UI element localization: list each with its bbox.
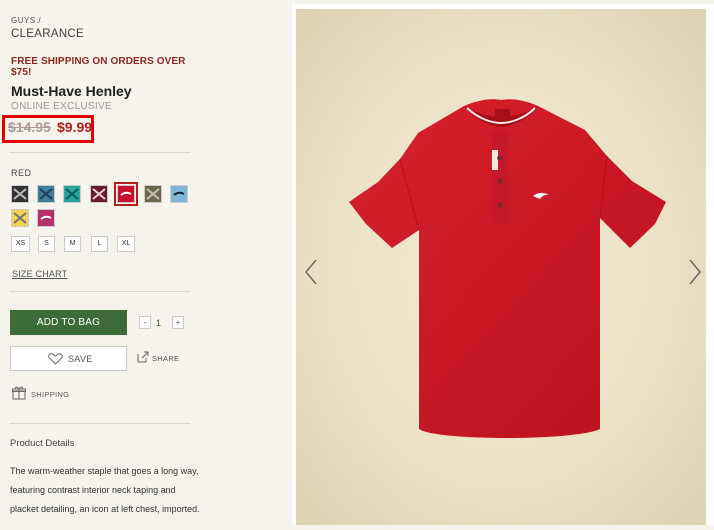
product-title: Must-Have Henley [11,83,132,99]
swatch-black-icon [12,186,28,202]
gift-icon [12,386,26,400]
heart-icon [48,353,63,365]
shipping-promo: FREE SHIPPING ON ORDERS OVER $75! [11,56,186,78]
swatch-burgundy-icon [91,186,107,202]
divider [10,291,190,292]
sale-price: $9.99 [57,119,93,135]
red-henley-tshirt-image [349,99,666,438]
share-link[interactable]: SHARE [152,354,179,363]
swatch-burgundy[interactable] [90,185,108,203]
swatch-steel-blue-icon [38,186,54,202]
add-to-bag-button[interactable]: ADD TO BAG [10,310,127,335]
swatch-olive[interactable] [144,185,162,203]
product-details-heading[interactable]: Product Details [10,438,74,449]
shipping-link[interactable]: SHIPPING [31,390,69,399]
product-description: The warm-weather staple that goes a long… [10,466,200,514]
divider [10,423,190,424]
product-photo [296,9,706,525]
swatch-yellow[interactable] [11,209,29,227]
size-xs[interactable]: XS [11,236,30,252]
share-icon[interactable] [137,351,149,363]
product-info-panel: GUYS / CLEARANCE FREE SHIPPING ON ORDERS… [0,0,200,525]
swatch-olive-icon [145,186,161,202]
size-m[interactable]: M [64,236,81,252]
swatch-steel-blue[interactable] [37,185,55,203]
swatch-yellow-icon [12,210,28,226]
swatch-red[interactable] [114,182,138,206]
size-chart-link[interactable]: SIZE CHART [12,269,67,279]
swatch-black[interactable] [11,185,29,203]
size-s[interactable]: S [38,236,55,252]
divider [10,152,190,153]
next-image-arrow-icon[interactable] [688,259,702,285]
original-price: $14.95 [8,119,51,135]
availability-badge: ONLINE EXCLUSIVE [11,101,112,112]
size-l[interactable]: L [91,236,108,252]
quantity-decrease-button[interactable]: - [139,316,151,329]
swatch-light-blue-icon [171,186,187,202]
swatch-light-blue[interactable] [170,185,188,203]
swatch-magenta[interactable] [37,209,55,227]
swatch-red-icon [118,186,134,202]
size-xl[interactable]: XL [117,236,135,252]
swatch-teal-icon [64,186,80,202]
breadcrumb-parent[interactable]: GUYS / [11,16,41,25]
save-label: SAVE [68,354,93,364]
selected-color-label: RED [11,168,32,178]
swatch-teal[interactable] [63,185,81,203]
quantity-value[interactable]: 1 [156,318,161,328]
save-button[interactable]: SAVE [10,346,127,371]
breadcrumb-current[interactable]: CLEARANCE [11,28,84,40]
quantity-increase-button[interactable]: + [172,316,184,329]
product-image-gallery [292,4,714,525]
swatch-magenta-icon [38,210,54,226]
previous-image-arrow-icon[interactable] [304,259,318,285]
